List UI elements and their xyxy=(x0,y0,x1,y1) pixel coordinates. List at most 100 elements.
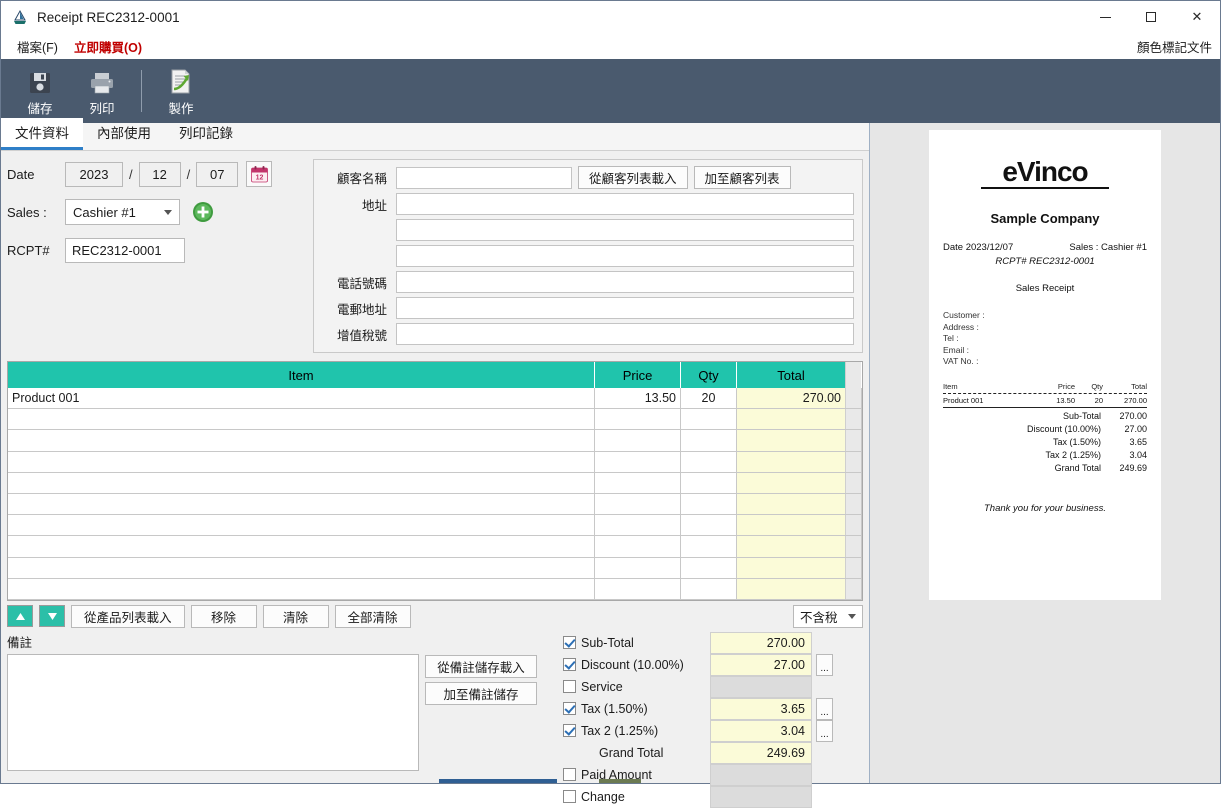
column-header-qty[interactable]: Qty xyxy=(681,362,737,388)
create-button[interactable]: 製作 xyxy=(150,62,212,120)
notes-textarea[interactable] xyxy=(7,653,419,771)
checkbox-tax-1-50[interactable] xyxy=(563,702,576,716)
grid-scrollbar[interactable] xyxy=(845,557,862,578)
cell-qty[interactable] xyxy=(681,578,737,599)
clear-row-button[interactable]: 清除 xyxy=(262,604,329,628)
tab-internal-use[interactable]: 內部使用 xyxy=(83,118,165,150)
cell-qty[interactable] xyxy=(681,536,737,557)
table-row[interactable] xyxy=(8,472,862,494)
remove-row-button[interactable]: 移除 xyxy=(190,604,257,628)
cell-item[interactable] xyxy=(8,493,595,515)
cell-item[interactable] xyxy=(8,430,595,451)
cell-item[interactable]: Product 001 xyxy=(8,388,595,409)
table-row[interactable] xyxy=(8,451,862,473)
add-to-customer-list-button[interactable]: 加至顧客列表 xyxy=(693,166,791,189)
table-row[interactable] xyxy=(8,536,862,558)
cell-item[interactable] xyxy=(8,515,595,536)
cell-price[interactable] xyxy=(595,472,681,493)
checkbox-tax-2-1-25[interactable] xyxy=(563,724,576,738)
checkbox-change[interactable] xyxy=(563,790,576,804)
cell-qty[interactable] xyxy=(681,472,737,493)
cell-qty[interactable]: 20 xyxy=(681,388,737,409)
checkbox-paid-amount[interactable] xyxy=(563,768,576,782)
cell-price[interactable] xyxy=(595,451,681,472)
cell-price[interactable]: 13.50 xyxy=(595,388,681,409)
table-row[interactable] xyxy=(8,409,862,431)
close-icon[interactable]: ✕ xyxy=(1174,1,1220,33)
save-note-button[interactable]: 加至備註儲存 xyxy=(425,681,537,705)
cell-price[interactable] xyxy=(595,578,681,599)
table-row[interactable]: Product 001 13.50 20 270.00 xyxy=(8,388,862,410)
checkbox-sub-total[interactable] xyxy=(563,636,576,650)
sales-select[interactable]: Cashier #1 xyxy=(65,199,180,225)
minimize-button[interactable] xyxy=(1082,1,1128,33)
cell-qty[interactable] xyxy=(681,430,737,451)
date-month-field[interactable]: 12 xyxy=(138,161,181,187)
customer-phone-input[interactable] xyxy=(396,271,854,293)
load-from-product-list-button[interactable]: 從產品列表載入 xyxy=(71,604,185,628)
cell-qty[interactable] xyxy=(681,409,737,430)
grid-scrollbar[interactable] xyxy=(845,409,862,430)
customer-email-input[interactable] xyxy=(396,297,854,319)
table-row[interactable] xyxy=(8,557,862,579)
color-mark-label[interactable]: 顏色標記文件 xyxy=(1137,37,1212,56)
totals-value[interactable]: 249.69 xyxy=(710,741,812,764)
grid-scrollbar[interactable] xyxy=(845,578,862,599)
cell-item[interactable] xyxy=(8,536,595,557)
tab-document-data[interactable]: 文件資料 xyxy=(1,118,83,150)
cell-qty[interactable] xyxy=(681,493,737,515)
edit-rate-button[interactable]: ... xyxy=(816,653,833,676)
totals-value[interactable]: 3.04 xyxy=(710,719,812,742)
table-row[interactable] xyxy=(8,430,862,452)
menu-item-file[interactable]: 檔案(F) xyxy=(9,35,66,58)
add-sales-button[interactable] xyxy=(190,199,216,225)
grid-scrollbar[interactable] xyxy=(845,536,862,557)
cell-item[interactable] xyxy=(8,472,595,493)
totals-value[interactable] xyxy=(710,675,812,698)
edit-rate-button[interactable]: ... xyxy=(816,697,833,720)
print-preview-pane[interactable]: eVinco Sample Company Date 2023/12/07 Sa… xyxy=(870,123,1220,783)
cell-item[interactable] xyxy=(8,451,595,472)
cell-price[interactable] xyxy=(595,493,681,515)
load-from-customer-list-button[interactable]: 從顧客列表載入 xyxy=(578,166,688,189)
menu-item-buy-now[interactable]: 立即購買(O) xyxy=(66,35,150,58)
move-up-button[interactable] xyxy=(7,605,33,628)
date-year-field[interactable]: 2023 xyxy=(65,161,123,187)
grid-scrollbar[interactable] xyxy=(845,493,862,515)
totals-value[interactable]: 3.65 xyxy=(710,697,812,720)
table-row[interactable] xyxy=(8,578,862,600)
column-header-total[interactable]: Total xyxy=(737,362,845,388)
save-button[interactable]: 儲存 xyxy=(9,62,71,120)
column-header-price[interactable]: Price xyxy=(595,362,681,388)
table-row[interactable] xyxy=(8,515,862,537)
table-row[interactable] xyxy=(8,493,862,516)
cell-price[interactable] xyxy=(595,409,681,430)
column-header-item[interactable]: Item xyxy=(8,362,595,388)
totals-value[interactable]: 27.00 xyxy=(710,653,812,676)
tax-mode-select[interactable]: 不含稅 xyxy=(793,604,863,628)
maximize-button[interactable] xyxy=(1128,1,1174,33)
checkbox-discount-10-00[interactable] xyxy=(563,658,576,672)
print-button[interactable]: 列印 xyxy=(71,62,133,120)
clear-all-button[interactable]: 全部清除 xyxy=(334,604,411,628)
cell-item[interactable] xyxy=(8,557,595,578)
totals-value[interactable]: 270.00 xyxy=(710,631,812,654)
checkbox-service[interactable] xyxy=(563,680,576,694)
customer-address-input-2[interactable] xyxy=(396,219,854,241)
cell-qty[interactable] xyxy=(681,451,737,472)
customer-address-input-1[interactable] xyxy=(396,193,854,215)
grid-scrollbar[interactable] xyxy=(845,451,862,472)
tab-print-log[interactable]: 列印記錄 xyxy=(165,118,247,150)
rcpt-number-field[interactable]: REC2312-0001 xyxy=(65,237,185,263)
customer-name-input[interactable] xyxy=(396,166,572,189)
edit-rate-button[interactable]: ... xyxy=(816,719,833,742)
grid-scrollbar[interactable] xyxy=(845,472,862,493)
cell-qty[interactable] xyxy=(681,515,737,536)
cell-price[interactable] xyxy=(595,430,681,451)
date-day-field[interactable]: 07 xyxy=(196,161,239,187)
calendar-picker-button[interactable]: 12 xyxy=(246,161,273,187)
grid-scrollbar[interactable] xyxy=(845,515,862,536)
move-down-button[interactable] xyxy=(39,605,65,628)
customer-vat-input[interactable] xyxy=(396,323,854,345)
load-note-button[interactable]: 從備註儲存載入 xyxy=(425,654,537,678)
